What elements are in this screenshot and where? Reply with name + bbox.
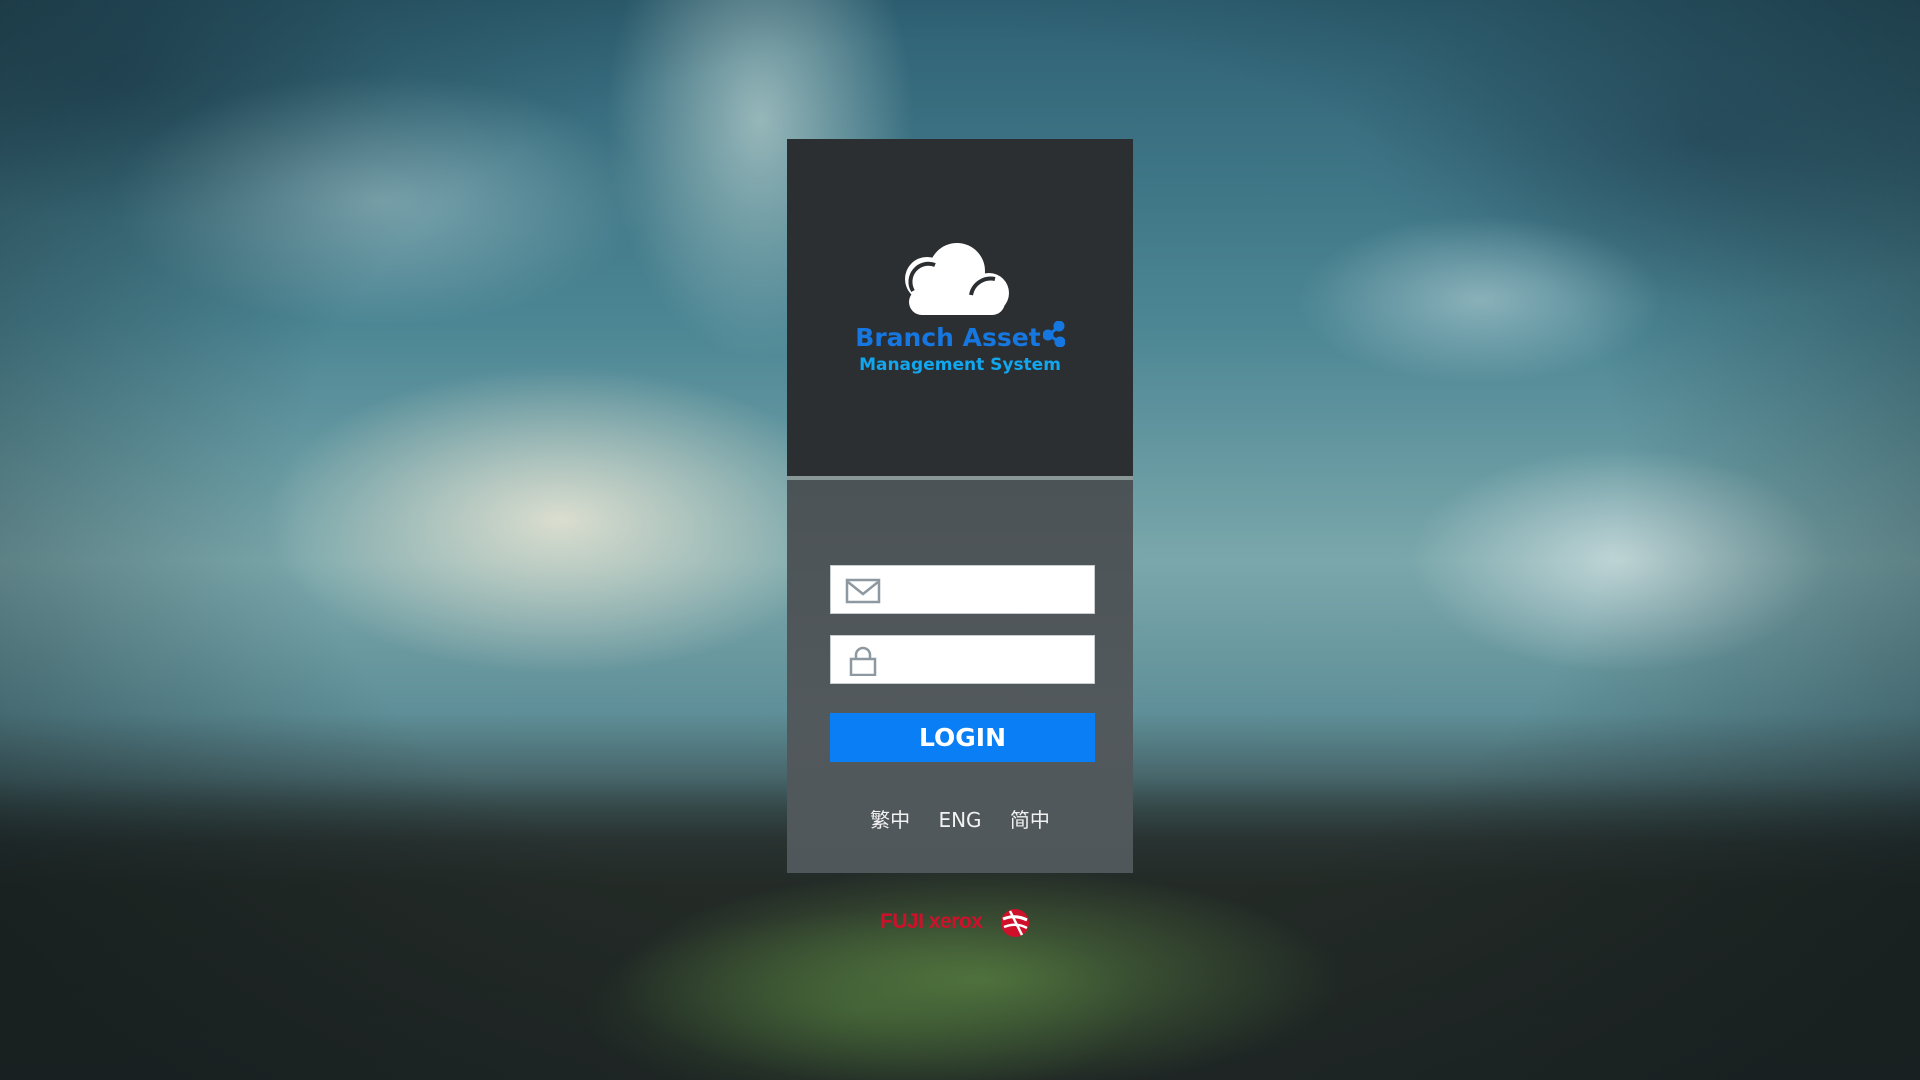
mail-icon: [845, 578, 881, 604]
cloud-icon: [905, 243, 1009, 315]
email-field[interactable]: [830, 565, 1095, 614]
brand-title-text: Branch Asset: [855, 323, 1041, 352]
login-card: Branch Asset Management System LOGIN 繁中 …: [787, 139, 1133, 873]
language-traditional-chinese[interactable]: 繁中: [870, 804, 910, 833]
share-icon: [1042, 321, 1065, 347]
language-simplified-chinese[interactable]: 简中: [1010, 804, 1050, 833]
login-card-header: Branch Asset Management System: [787, 139, 1133, 476]
fuji-xerox-logo: FUJI xerox: [880, 906, 1040, 940]
language-english[interactable]: ENG: [938, 808, 981, 832]
email-input[interactable]: [889, 566, 1087, 613]
lock-icon: [849, 646, 877, 676]
brand-title: Branch Asset: [787, 321, 1133, 352]
fuji-xerox-wordmark: FUJI xerox: [880, 910, 983, 933]
language-selector: 繁中 ENG 简中: [787, 804, 1133, 833]
login-button[interactable]: LOGIN: [830, 713, 1095, 762]
xerox-ball-icon: [1001, 909, 1029, 937]
password-field[interactable]: [830, 635, 1095, 684]
password-input[interactable]: [889, 636, 1087, 683]
brand-subtitle: Management System: [859, 355, 1061, 375]
